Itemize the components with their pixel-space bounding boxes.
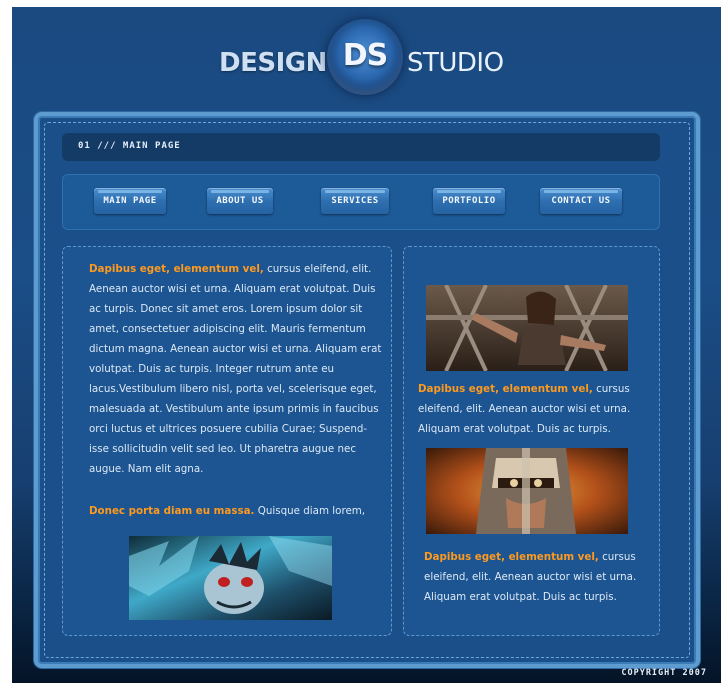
right-paragraph-1: Dapibus eget, elementum vel, cursus elei… <box>418 379 650 439</box>
right-paragraph-1-highlight: Dapibus eget, elementum vel, <box>418 383 593 395</box>
logo-mark: DS <box>327 19 403 95</box>
nav-main-page-button[interactable]: MAIN PAGE <box>94 188 166 214</box>
left-paragraph-2: Donec porta diam eu massa. Quisque diam … <box>89 501 385 521</box>
logo-mark-text: DS <box>342 38 389 73</box>
warrior-woman-image <box>426 285 628 371</box>
left-paragraph-2-text: Quisque diam lorem, <box>254 505 366 517</box>
logo[interactable]: DESIGN DS STUDIO <box>217 15 517 103</box>
right-paragraph-2: Dapibus eget, elementum vel, cursus elei… <box>424 547 654 607</box>
copyright-text: COPYRIGHT 2007 <box>621 668 707 678</box>
left-column: Dapibus eget, elementum vel, cursus elei… <box>62 246 392 636</box>
logo-studio-text: STUDIO <box>407 48 504 78</box>
nav-about-us-button[interactable]: ABOUT US <box>207 188 273 214</box>
right-paragraph-2-highlight: Dapibus eget, elementum vel, <box>424 551 599 563</box>
left-paragraph-2-highlight: Donec porta diam eu massa. <box>89 505 255 517</box>
main-nav: MAIN PAGE ABOUT US SERVICES PORTFOLIO CO… <box>62 174 660 230</box>
content-frame: 01 /// MAIN PAGE MAIN PAGE ABOUT US SERV… <box>34 112 700 668</box>
armored-knight-image <box>426 448 628 534</box>
left-paragraph-1-text: cursus eleifend, elit. Aenean auctor wis… <box>89 263 382 475</box>
right-column: Dapibus eget, elementum vel, cursus elei… <box>403 246 660 636</box>
nav-portfolio-button[interactable]: PORTFOLIO <box>433 188 505 214</box>
left-paragraph-1-highlight: Dapibus eget, elementum vel, <box>89 263 264 275</box>
nav-contact-us-button[interactable]: CONTACT US <box>540 188 622 214</box>
nav-services-button[interactable]: SERVICES <box>321 188 389 214</box>
breadcrumb-text: 01 /// MAIN PAGE <box>78 141 181 151</box>
page: DESIGN DS STUDIO 01 /// MAIN PAGE MAIN P… <box>12 7 721 683</box>
logo-design-text: DESIGN <box>219 48 327 78</box>
left-paragraph-1: Dapibus eget, elementum vel, cursus elei… <box>89 259 385 479</box>
monster-artwork-image <box>129 536 332 620</box>
breadcrumb: 01 /// MAIN PAGE <box>62 133 660 161</box>
